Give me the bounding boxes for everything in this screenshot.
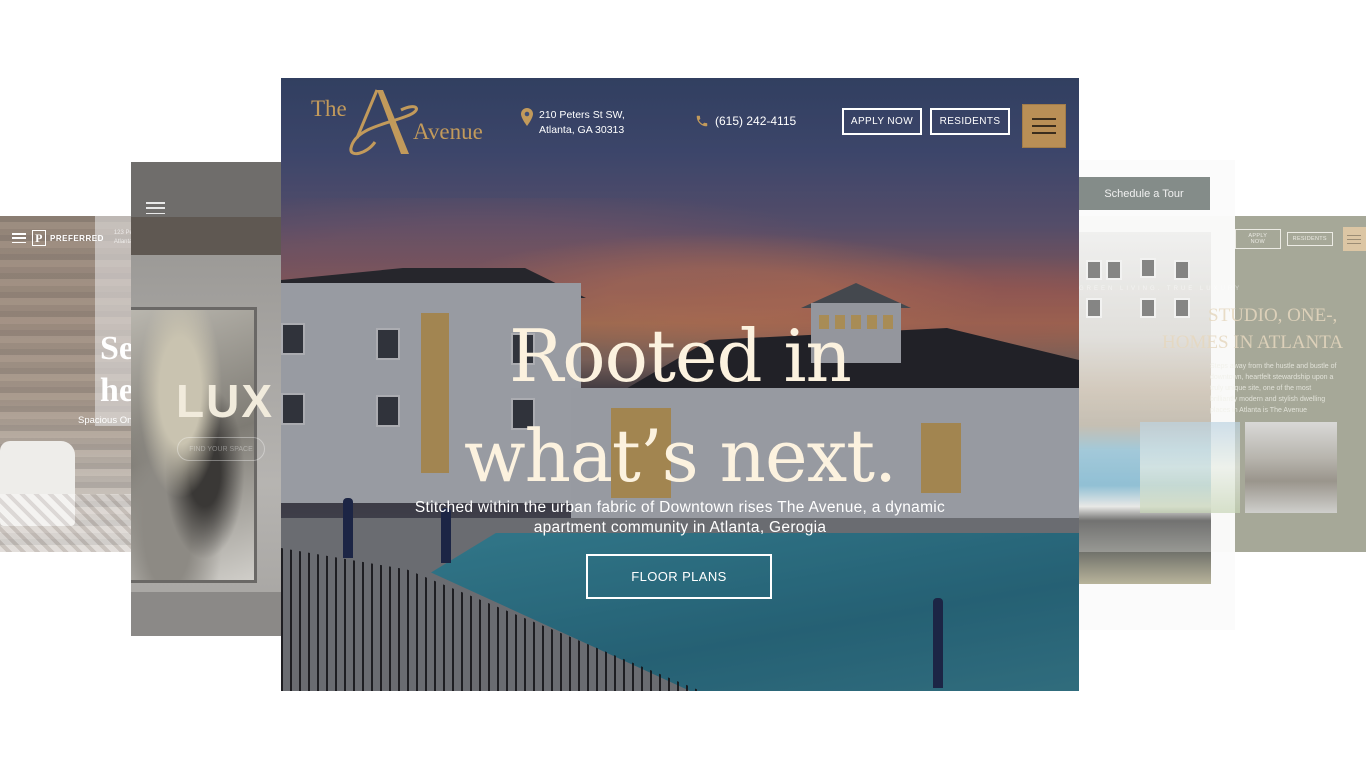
lux-info-strip [131, 217, 283, 255]
sage-kicker: GREEN LIVING. TRUE LUXURY [1079, 286, 1243, 292]
phone-icon [696, 115, 708, 127]
schedule-tour-button[interactable]: Schedule a Tour [1078, 177, 1210, 210]
sage-residents-button[interactable]: RESIDENTS [1286, 232, 1333, 246]
address[interactable]: 210 Peters St SW, Atlanta, GA 30313 [521, 108, 625, 138]
hamburger-icon-bar [1032, 118, 1056, 120]
sage-apply-button[interactable]: APPLY NOW [1235, 229, 1281, 249]
address-line-1: 210 Peters St SW, [539, 109, 625, 121]
pool-photo [1140, 422, 1240, 513]
apply-now-button[interactable]: APPLY NOW [842, 108, 922, 135]
map-pin-icon [521, 108, 533, 126]
menu-button[interactable] [1022, 104, 1066, 148]
hero-title-line-2: what’s next. [464, 414, 897, 498]
lux-footer-strip [131, 592, 283, 636]
hamburger-icon[interactable] [12, 233, 26, 243]
hamburger-icon[interactable] [146, 202, 165, 214]
hamburger-icon-bar [1032, 125, 1056, 127]
preferred-logo-text: PREFERRED [50, 233, 104, 243]
address-line-2: Atlanta, GA 30313 [539, 124, 625, 136]
avenue-site-preview: The Avenue 210 Peters St SW, Atlanta, GA… [281, 78, 1079, 691]
hamburger-icon-bar [1032, 132, 1056, 134]
preferred-logo[interactable]: P PREFERRED [32, 230, 104, 246]
phone-link[interactable]: (615) 242-4115 [695, 114, 796, 128]
sage-nav: APPLY NOW RESIDENTS [1235, 227, 1366, 251]
sage-body-text: Steps away from the hustle and bustle of… [1210, 363, 1337, 414]
sage-title-line-1: STUDIO, ONE-, [1208, 305, 1338, 326]
avenue-logo[interactable]: The Avenue [311, 88, 491, 160]
preferred-logo-mark: P [32, 230, 46, 246]
sage-title: STUDIO, ONE-, HOMES IN ATLANTA [1100, 302, 1343, 356]
find-your-space-button[interactable]: FIND YOUR SPACE [177, 437, 265, 461]
hamburger-icon[interactable] [1342, 227, 1366, 251]
hero-title: Rooted in what’s next. [281, 306, 1079, 506]
logo-text-avenue: Avenue [413, 119, 483, 144]
floor-plans-button[interactable]: FLOOR PLANS [586, 554, 772, 599]
lux-hero-word: LUX [176, 375, 274, 427]
lux-site-preview: LUX FIND YOUR SPACE [131, 162, 283, 636]
phone-number: (615) 242-4115 [715, 114, 797, 128]
clubroom-photo [1245, 422, 1337, 513]
hero-title-line-1: Rooted in [509, 314, 852, 398]
residents-button[interactable]: RESIDENTS [930, 108, 1010, 135]
address-text: 210 Peters St SW, Atlanta, GA 30313 [539, 108, 625, 138]
hero-subtitle: Stitched within the urban fabric of Down… [414, 499, 946, 536]
sage-title-line-2: HOMES IN ATLANTA [1162, 332, 1344, 353]
